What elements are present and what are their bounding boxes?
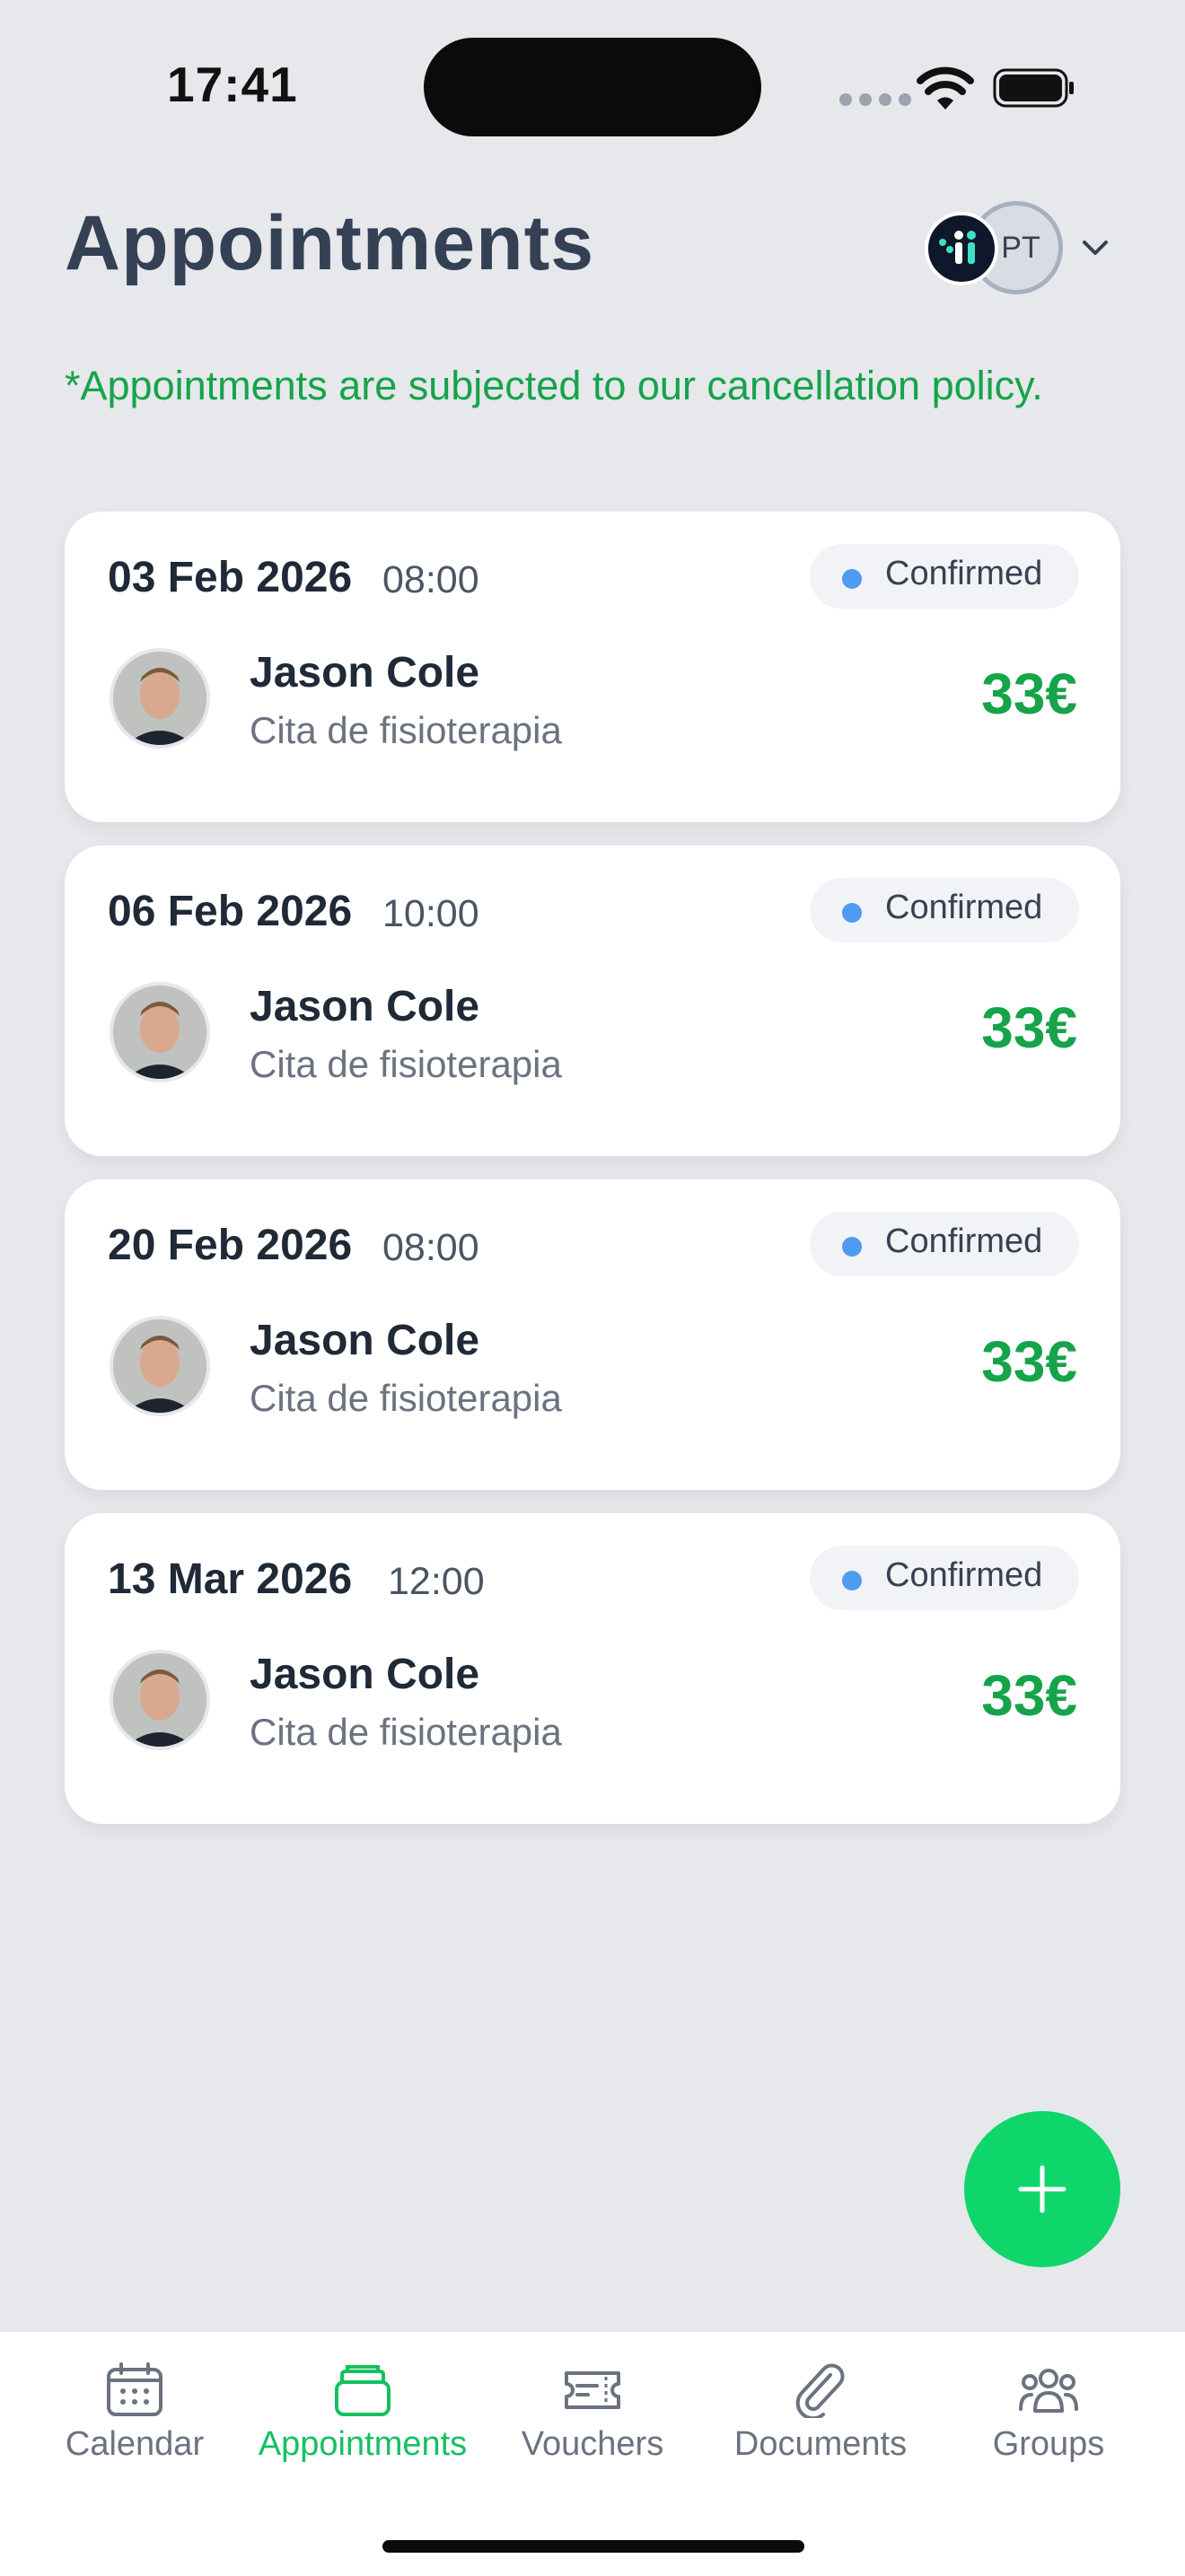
status-dot-icon [842, 903, 862, 923]
add-appointment-button[interactable] [964, 2111, 1120, 2267]
tab-appointments[interactable]: Appointments [255, 2352, 470, 2477]
status-dot-icon [842, 1237, 862, 1257]
status-dot-icon [842, 1571, 862, 1590]
appointment-card[interactable]: 13 Mar 2026 12:00 Confirmed Jason Cole C… [65, 1513, 1120, 1824]
status-label: Confirmed [885, 889, 1043, 926]
professional-name: Jason Cole [250, 983, 480, 1030]
appointment-price: 33€ [981, 1663, 1077, 1728]
appointment-card[interactable]: 03 Feb 2026 08:00 Confirmed Jason Cole C… [65, 512, 1120, 822]
plus-icon [1018, 2165, 1066, 2213]
tab-label: Calendar [65, 2425, 205, 2463]
status-bar: 17:41 [0, 0, 1185, 171]
ticket-icon [565, 2371, 620, 2409]
tab-label: Vouchers [521, 2425, 664, 2463]
professional-avatar [110, 982, 210, 1082]
appointment-price: 33€ [981, 995, 1077, 1060]
tab-label: Appointments [258, 2425, 468, 2463]
service-name: Cita de fisioterapia [250, 1043, 562, 1085]
cellular-signal-icon [839, 93, 911, 106]
paperclip-icon [795, 2363, 845, 2418]
calendar-icon [107, 2362, 162, 2416]
status-badge: Confirmed [810, 1546, 1079, 1610]
professional-name: Jason Cole [250, 649, 480, 697]
appointment-time: 08:00 [382, 558, 479, 601]
tab-vouchers[interactable]: Vouchers [485, 2352, 700, 2477]
service-name: Cita de fisioterapia [250, 709, 562, 751]
appointment-time: 10:00 [382, 892, 479, 935]
status-dot-icon [842, 569, 862, 589]
tab-groups[interactable]: Groups [941, 2352, 1156, 2477]
groups-icon [1019, 2369, 1078, 2413]
account-switcher[interactable]: PT [925, 199, 1122, 298]
cancellation-policy-note[interactable]: *Appointments are subjected to our cance… [65, 359, 1070, 413]
home-indicator [382, 2540, 804, 2553]
status-time: 17:41 [167, 57, 298, 112]
appointment-price: 33€ [981, 662, 1077, 726]
dynamic-island [424, 38, 761, 136]
professional-avatar [110, 648, 210, 749]
clinic-logo-avatar [925, 212, 998, 285]
status-label: Confirmed [885, 555, 1043, 592]
chevron-down-icon[interactable] [1077, 230, 1113, 266]
appointment-time: 12:00 [388, 1560, 485, 1603]
status-badge: Confirmed [810, 544, 1079, 609]
tab-label: Documents [733, 2425, 908, 2463]
appointment-date: 20 Feb 2026 [108, 1222, 353, 1269]
appointment-price: 33€ [981, 1329, 1077, 1394]
professional-avatar [110, 1316, 210, 1416]
appointment-time: 08:00 [382, 1226, 479, 1269]
status-label: Confirmed [885, 1222, 1043, 1260]
appointment-date: 06 Feb 2026 [108, 888, 353, 935]
appointment-card[interactable]: 20 Feb 2026 08:00 Confirmed Jason Cole C… [65, 1179, 1120, 1490]
tab-calendar[interactable]: Calendar [27, 2352, 242, 2477]
clinic-logo-icon [939, 231, 976, 264]
appointment-card[interactable]: 06 Feb 2026 10:00 Confirmed Jason Cole C… [65, 846, 1120, 1156]
battery-icon [993, 68, 1074, 108]
bottom-tab-bar: Calendar Appointments Vouchers Documents [0, 2330, 1185, 2576]
appointment-date: 13 Mar 2026 [108, 1555, 353, 1603]
appointments-icon [335, 2365, 391, 2416]
service-name: Cita de fisioterapia [250, 1711, 562, 1753]
tab-documents[interactable]: Documents [713, 2352, 928, 2477]
professional-avatar [110, 1650, 210, 1750]
status-badge: Confirmed [810, 878, 1079, 942]
status-label: Confirmed [885, 1556, 1043, 1594]
page-title: Appointments [65, 200, 595, 286]
service-name: Cita de fisioterapia [250, 1377, 562, 1419]
professional-name: Jason Cole [250, 1651, 480, 1698]
professional-name: Jason Cole [250, 1317, 480, 1364]
appointment-date: 03 Feb 2026 [108, 554, 353, 601]
tab-label: Groups [992, 2425, 1105, 2463]
wifi-icon [917, 66, 974, 110]
status-badge: Confirmed [810, 1212, 1079, 1276]
